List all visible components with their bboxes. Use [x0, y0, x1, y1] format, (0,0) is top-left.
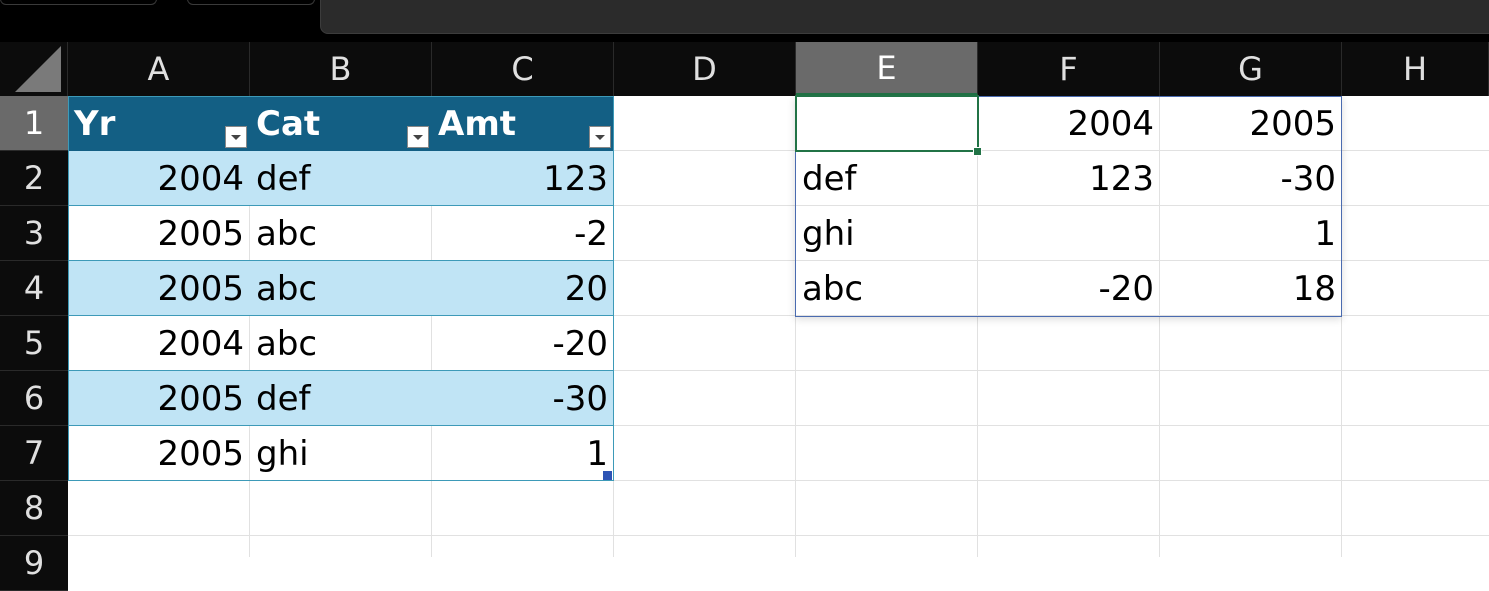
table-header-amt[interactable]: Amt — [432, 96, 614, 151]
pivot-cell[interactable]: -20 — [978, 261, 1160, 316]
chevron-down-icon — [413, 135, 423, 140]
table-cell[interactable]: abc — [250, 316, 432, 371]
row-header-4[interactable]: 4 — [0, 261, 68, 316]
column-header-c[interactable]: C — [432, 42, 614, 96]
table-header-label: Cat — [256, 103, 321, 144]
pivot-col-header[interactable]: 2005 — [1160, 96, 1342, 151]
row-header-6[interactable]: 6 — [0, 371, 68, 426]
table-cell[interactable]: -2 — [432, 206, 614, 261]
column-header-d[interactable]: D — [614, 42, 796, 96]
column-header-e[interactable]: E — [796, 42, 978, 96]
row-header-7[interactable]: 7 — [0, 426, 68, 481]
pivot-corner-cell[interactable] — [796, 96, 978, 151]
table-cell[interactable]: 2005 — [68, 261, 250, 316]
table-cell[interactable]: abc — [250, 206, 432, 261]
select-all-button[interactable] — [0, 42, 68, 96]
cell-grid[interactable]: Yr Cat Amt 2004 def 123 2005 abc -2 2005… — [68, 95, 1489, 557]
pivot-cell[interactable] — [978, 206, 1160, 261]
row-header-5[interactable]: 5 — [0, 316, 68, 371]
filter-dropdown-button[interactable] — [407, 126, 429, 148]
row-header-1[interactable]: 1 — [0, 96, 68, 151]
formula-bar[interactable] — [320, 0, 1489, 34]
row-header-9[interactable]: 9 — [0, 536, 68, 591]
pivot-cell[interactable]: 1 — [1160, 206, 1342, 261]
pivot-row-label[interactable]: def — [796, 151, 978, 206]
filter-dropdown-button[interactable] — [225, 126, 247, 148]
table-header-label: Amt — [438, 103, 516, 144]
filter-dropdown-button[interactable] — [589, 126, 611, 148]
table-cell[interactable]: def — [250, 151, 432, 206]
pivot-cell[interactable]: -30 — [1160, 151, 1342, 206]
table-cell[interactable]: 2005 — [68, 426, 250, 481]
column-header-a[interactable]: A — [68, 42, 250, 96]
table-cell[interactable]: abc — [250, 261, 432, 316]
row-header-2[interactable]: 2 — [0, 151, 68, 206]
column-header-h[interactable]: H — [1342, 42, 1489, 96]
ribbon-tab-stub[interactable] — [0, 0, 157, 5]
chevron-down-icon — [231, 135, 241, 140]
table-cell[interactable]: 2004 — [68, 151, 250, 206]
row-header-3[interactable]: 3 — [0, 206, 68, 261]
ribbon-tab-stub[interactable] — [187, 0, 315, 5]
column-header-b[interactable]: B — [250, 42, 432, 96]
table-header-cat[interactable]: Cat — [250, 96, 432, 151]
chevron-down-icon — [595, 135, 605, 140]
pivot-cell[interactable]: 18 — [1160, 261, 1342, 316]
top-bar — [0, 0, 1489, 42]
table-cell[interactable]: 2005 — [68, 206, 250, 261]
table-cell[interactable]: def — [250, 371, 432, 426]
pivot-row-label[interactable]: ghi — [796, 206, 978, 261]
table-header-yr[interactable]: Yr — [68, 96, 250, 151]
fill-handle[interactable] — [973, 147, 982, 156]
table-cell[interactable]: -20 — [432, 316, 614, 371]
pivot-col-header[interactable]: 2004 — [978, 96, 1160, 151]
column-header-g[interactable]: G — [1160, 42, 1342, 96]
table-cell[interactable]: 20 — [432, 261, 614, 316]
table-resize-handle[interactable] — [603, 471, 612, 480]
pivot-cell[interactable]: 123 — [978, 151, 1160, 206]
column-header-f[interactable]: F — [978, 42, 1160, 96]
table-cell[interactable]: 1 — [432, 426, 614, 481]
table-cell[interactable]: 123 — [432, 151, 614, 206]
table-cell[interactable]: -30 — [432, 371, 614, 426]
table-header-label: Yr — [74, 103, 116, 144]
pivot-row-label[interactable]: abc — [796, 261, 978, 316]
table-cell[interactable]: 2005 — [68, 371, 250, 426]
table-cell[interactable]: ghi — [250, 426, 432, 481]
row-header-8[interactable]: 8 — [0, 481, 68, 536]
table-cell[interactable]: 2004 — [68, 316, 250, 371]
